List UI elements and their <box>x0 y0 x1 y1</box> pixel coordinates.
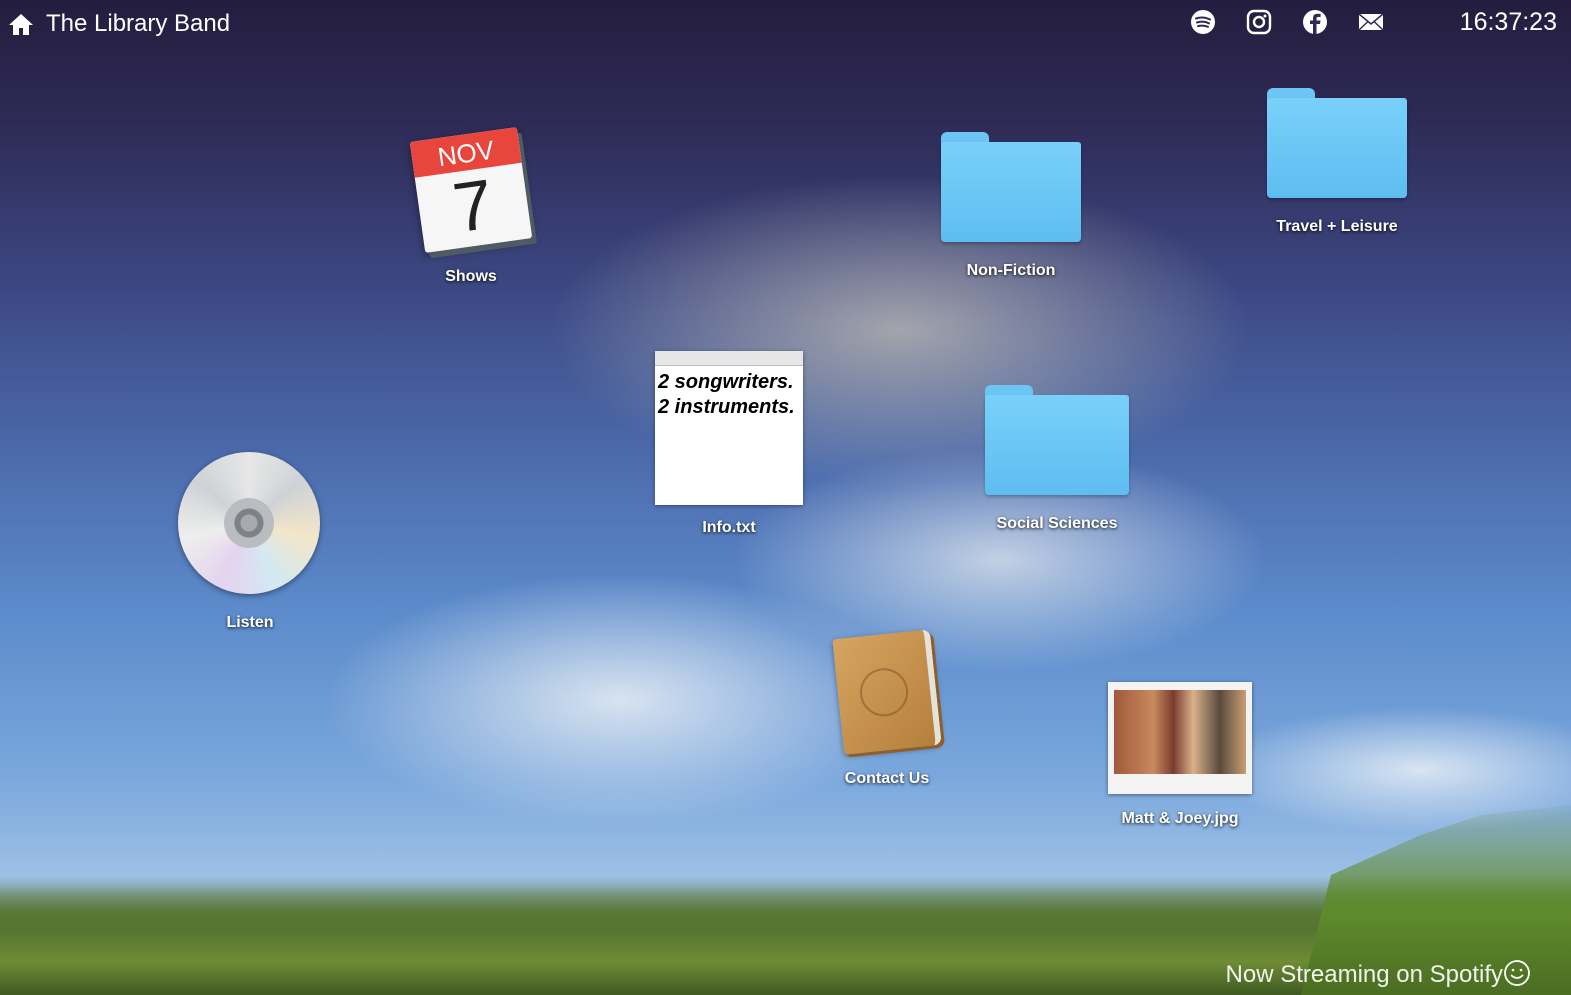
site-title: The Library Band <box>46 10 231 37</box>
footer-text: Now Streaming on Spotify <box>1225 961 1503 988</box>
desktop-icon-contact[interactable]: Contact Us <box>827 629 947 788</box>
icon-label: Matt & Joey.jpg <box>1121 810 1239 827</box>
icon-label: Shows <box>445 268 497 285</box>
now-streaming-link[interactable]: Now Streaming on Spotify <box>1226 961 1503 989</box>
desktop-icon-shows[interactable]: NOV 7 Shows <box>406 127 536 286</box>
top-bar: The Library Band 16:37:23 <box>0 0 1571 44</box>
folder-icon <box>985 385 1129 495</box>
desktop-icon-photo[interactable]: Matt & Joey.jpg <box>1108 682 1252 828</box>
folder-icon <box>1267 88 1407 198</box>
clock: 16:37:23 <box>1459 8 1557 36</box>
icon-label: Non-Fiction <box>966 262 1056 279</box>
desktop-icon-listen[interactable]: Listen <box>178 452 322 632</box>
contacts-book-icon <box>832 629 942 755</box>
icon-label: Travel + Leisure <box>1276 218 1398 235</box>
doc-line: 2 instruments. <box>658 396 795 418</box>
folder-icon <box>941 132 1081 242</box>
smiley-icon <box>1504 960 1530 986</box>
cd-icon <box>178 452 320 594</box>
home-link[interactable]: The Library Band <box>8 10 230 38</box>
icon-label: Info.txt <box>702 519 756 536</box>
calendar-icon: NOV 7 <box>409 127 533 253</box>
desktop-icon-non-fiction[interactable]: Non-Fiction <box>941 132 1081 280</box>
facebook-icon[interactable] <box>1302 9 1328 35</box>
desktop-icon-travel[interactable]: Travel + Leisure <box>1267 88 1407 236</box>
icon-label: Listen <box>226 614 274 631</box>
desktop-icon-social-sciences[interactable]: Social Sciences <box>985 385 1129 533</box>
mail-icon[interactable] <box>1358 9 1384 35</box>
icon-label: Contact Us <box>844 770 930 787</box>
icon-label: Social Sciences <box>996 515 1118 532</box>
home-icon <box>9 14 33 35</box>
doc-line: 2 songwriters. <box>658 371 794 393</box>
photo-thumbnail <box>1108 682 1252 794</box>
spotify-icon[interactable] <box>1190 9 1216 35</box>
calendar-day: 7 <box>448 164 498 248</box>
text-document-icon: 2 songwriters. 2 instruments. <box>655 351 803 505</box>
instagram-icon[interactable] <box>1246 9 1272 35</box>
desktop-icon-info[interactable]: 2 songwriters. 2 instruments. Info.txt <box>655 351 803 537</box>
